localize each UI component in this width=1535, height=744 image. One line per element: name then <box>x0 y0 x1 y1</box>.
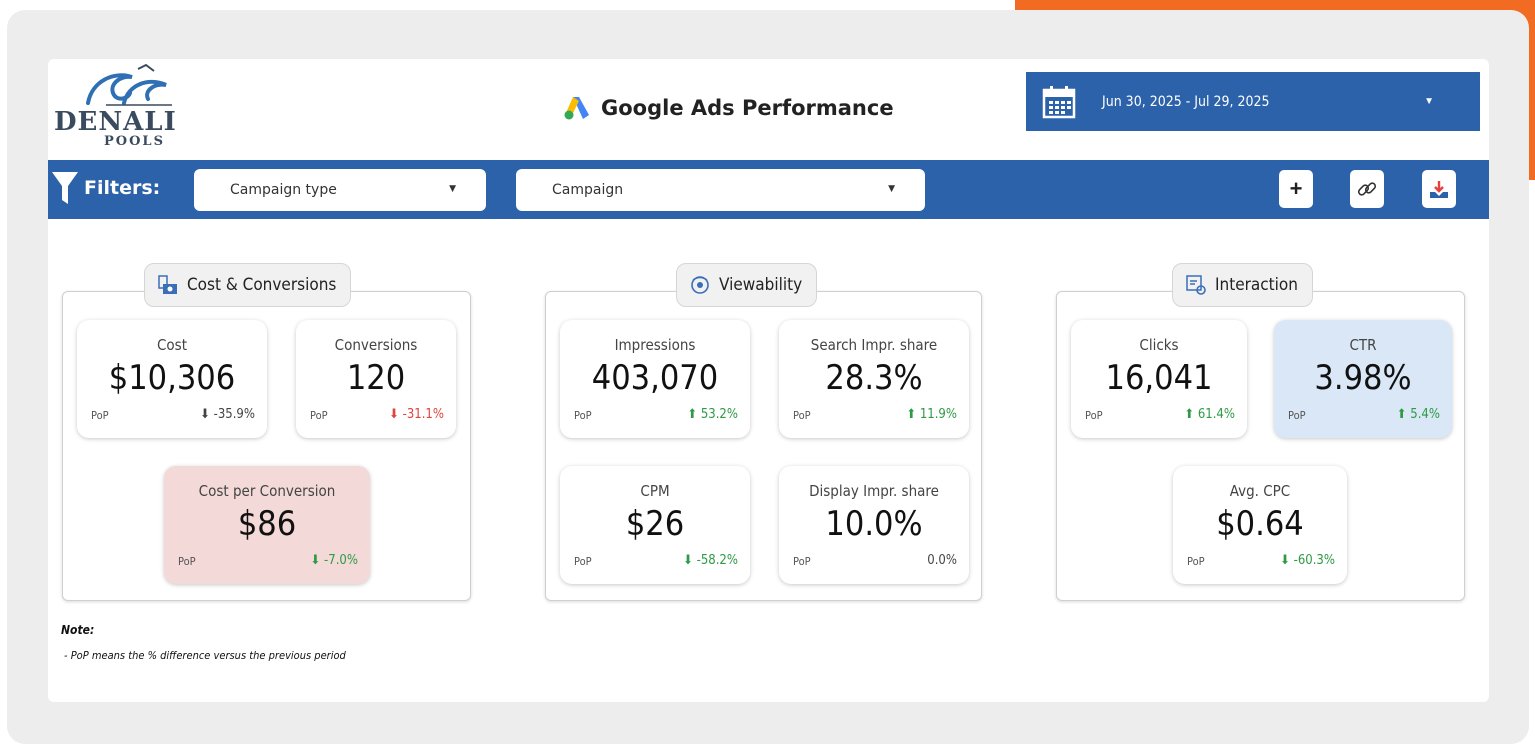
chevron-down-icon: ▼ <box>449 184 456 194</box>
cost-conversions-title: Cost & Conversions <box>187 275 337 295</box>
google-ads-icon <box>564 97 589 120</box>
interaction-tag: Interaction <box>1172 263 1313 307</box>
page: DENALI POOLS Google Ads Performance Jun … <box>0 0 1535 744</box>
report-canvas: DENALI POOLS Google Ads Performance Jun … <box>48 59 1489 702</box>
filters-label: Filters: <box>84 177 161 199</box>
pop-label: PoP <box>574 555 592 568</box>
interaction-group: Interaction Clicks 16,041 PoP ⬆ 61.4% CT… <box>1056 263 1465 601</box>
metric-value: 28.3% <box>825 358 923 398</box>
date-range-picker[interactable]: Jun 30, 2025 - Jul 29, 2025 ▼ <box>1026 72 1480 131</box>
date-range-text: Jun 30, 2025 - Jul 29, 2025 <box>1102 93 1270 110</box>
pop-delta: ⬇ -58.2% <box>683 553 738 568</box>
cost-per-conversion-scorecard: Cost per Conversion $86 PoP ⬇ -7.0% <box>164 466 370 584</box>
link-icon <box>1357 182 1377 196</box>
campaign-type-label: Campaign type <box>230 182 337 198</box>
pop-delta: ⬇ -60.3% <box>1280 553 1335 568</box>
logo-wordmark: DENALI <box>54 107 177 137</box>
pop-label: PoP <box>793 555 811 568</box>
metric-label: Display Impr. share <box>809 482 939 500</box>
avg-cpc-scorecard: Avg. CPC $0.64 PoP ⬇ -60.3% <box>1173 466 1347 584</box>
money-stack-icon <box>158 275 177 294</box>
pop-delta: ⬆ 5.4% <box>1396 407 1440 422</box>
metric-label: Impressions <box>614 336 696 354</box>
conversions-scorecard: Conversions 120 PoP ⬇ -31.1% <box>296 320 456 438</box>
metric-label: CPM <box>640 482 670 500</box>
pop-delta: ⬇ -31.1% <box>389 407 444 422</box>
viewability-title: Viewability <box>719 275 803 295</box>
campaign-dropdown[interactable]: Campaign ▼ <box>516 169 925 211</box>
cost-scorecard: Cost $10,306 PoP ⬇ -35.9% <box>77 320 267 438</box>
note-text: - PoP means the % difference versus the … <box>64 649 346 662</box>
report-title-block: Google Ads Performance <box>563 91 894 125</box>
link-button[interactable] <box>1350 170 1384 208</box>
pop-delta: ⬆ 11.9% <box>906 407 957 422</box>
metric-value: $86 <box>237 504 297 544</box>
download-button[interactable] <box>1422 170 1456 208</box>
touch-screen-icon <box>1186 275 1206 295</box>
metric-label: Clicks <box>1139 336 1179 354</box>
metric-label: Conversions <box>334 336 418 354</box>
filters-label-block: Filters: <box>52 172 160 204</box>
note-heading: Note: <box>61 623 95 637</box>
metric-value: 16,041 <box>1105 358 1213 398</box>
chevron-down-icon: ▼ <box>888 184 895 194</box>
clicks-scorecard: Clicks 16,041 PoP ⬆ 61.4% <box>1071 320 1247 438</box>
pop-label: PoP <box>1085 409 1103 422</box>
denali-pools-logo: DENALI POOLS <box>52 63 212 153</box>
interaction-title: Interaction <box>1215 275 1298 295</box>
pop-label: PoP <box>793 409 811 422</box>
plus-icon: + <box>1289 176 1303 201</box>
metric-label: Cost <box>157 336 187 354</box>
metric-value: 10.0% <box>825 504 923 544</box>
campaign-type-dropdown[interactable]: Campaign type ▼ <box>194 169 486 211</box>
chevron-down-icon: ▼ <box>1424 96 1434 107</box>
cpm-scorecard: CPM $26 PoP ⬇ -58.2% <box>560 466 750 584</box>
pop-label: PoP <box>178 555 196 568</box>
page-title: Google Ads Performance <box>601 96 894 120</box>
impressions-scorecard: Impressions 403,070 PoP ⬆ 53.2% <box>560 320 750 438</box>
wave-logo-icon <box>86 63 172 106</box>
pop-label: PoP <box>574 409 592 422</box>
eye-brain-icon <box>691 276 709 294</box>
metric-label: CTR <box>1349 336 1377 354</box>
display-impr-share-scorecard: Display Impr. share 10.0% PoP 0.0% <box>779 466 969 584</box>
metric-label: Cost per Conversion <box>198 482 336 500</box>
filter-funnel-icon <box>52 172 78 204</box>
pop-label: PoP <box>1288 409 1306 422</box>
pop-delta: 0.0% <box>927 553 957 568</box>
calendar-icon <box>1042 85 1076 118</box>
pop-label: PoP <box>1187 555 1205 568</box>
download-icon <box>1430 181 1448 198</box>
filter-bar: Filters: Campaign type ▼ Campaign ▼ + <box>48 160 1489 219</box>
metric-value: $26 <box>625 504 685 544</box>
metric-value: 120 <box>346 358 406 398</box>
viewability-group: Viewability Impressions 403,070 PoP ⬆ 53… <box>545 263 982 601</box>
metric-value: 3.98% <box>1314 358 1412 398</box>
pop-label: PoP <box>310 409 328 422</box>
cost-conversions-group: Cost & Conversions Cost $10,306 PoP ⬇ -3… <box>62 263 471 601</box>
campaign-label: Campaign <box>552 182 624 198</box>
logo-subtext: POOLS <box>104 134 165 149</box>
metric-label: Search Impr. share <box>810 336 938 354</box>
add-button[interactable]: + <box>1279 170 1313 208</box>
metric-label: Avg. CPC <box>1229 482 1291 500</box>
viewability-tag: Viewability <box>676 263 818 307</box>
search-impr-share-scorecard: Search Impr. share 28.3% PoP ⬆ 11.9% <box>779 320 969 438</box>
pop-delta: ⬆ 53.2% <box>687 407 738 422</box>
pop-label: PoP <box>91 409 109 422</box>
metric-value: $0.64 <box>1216 504 1304 544</box>
metric-value: $10,306 <box>108 358 236 398</box>
pop-delta: ⬇ -35.9% <box>200 407 255 422</box>
footnote: Note: - PoP means the % difference versu… <box>61 619 346 662</box>
metric-value: 403,070 <box>591 358 719 398</box>
pop-delta: ⬆ 61.4% <box>1184 407 1235 422</box>
pop-delta: ⬇ -7.0% <box>310 553 358 568</box>
ctr-scorecard: CTR 3.98% PoP ⬆ 5.4% <box>1274 320 1452 438</box>
cost-conversions-tag: Cost & Conversions <box>144 263 352 307</box>
